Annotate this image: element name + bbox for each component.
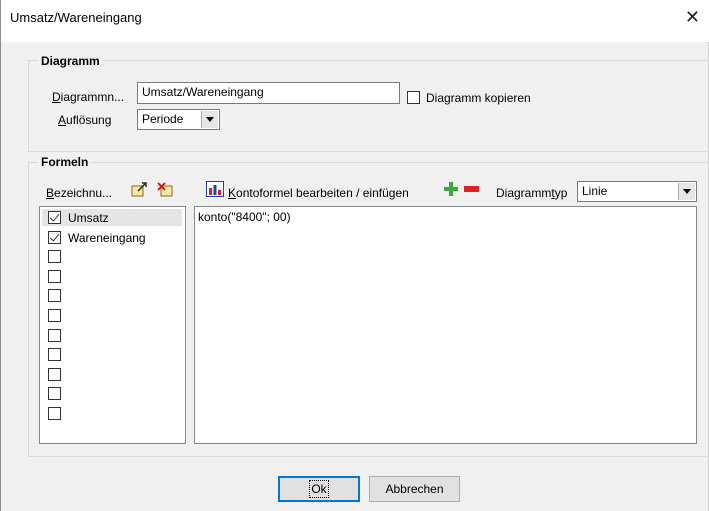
window-title: Umsatz/Wareneingang bbox=[10, 10, 142, 25]
new-item-icon[interactable] bbox=[131, 181, 149, 197]
title-bar: Umsatz/Wareneingang ✕ bbox=[1, 0, 709, 42]
aufloesung-select[interactable]: Periode bbox=[137, 109, 220, 130]
list-item-checkbox[interactable] bbox=[48, 230, 61, 244]
list-item[interactable] bbox=[42, 385, 182, 402]
diagramm-kopieren-label[interactable]: Diagramm kopieren bbox=[426, 91, 531, 105]
red-minus-icon[interactable] bbox=[464, 186, 479, 192]
diagrammname-label: Diagrammn... bbox=[52, 90, 125, 104]
diagramm-group bbox=[28, 60, 709, 152]
list-item-checkbox[interactable] bbox=[48, 289, 61, 303]
aufloesung-value: Periode bbox=[142, 112, 184, 126]
list-item[interactable] bbox=[42, 366, 182, 383]
green-plus-icon[interactable] bbox=[444, 182, 458, 196]
list-item[interactable] bbox=[42, 327, 182, 344]
list-item-checkbox[interactable] bbox=[48, 269, 61, 283]
list-item[interactable]: Wareneingang bbox=[42, 229, 182, 246]
chevron-down-icon[interactable] bbox=[678, 183, 695, 200]
list-item-checkbox[interactable] bbox=[48, 367, 61, 381]
list-item[interactable] bbox=[42, 346, 182, 363]
chart-formula-icon[interactable] bbox=[206, 181, 224, 197]
list-item[interactable] bbox=[42, 405, 182, 422]
chevron-down-icon[interactable] bbox=[201, 111, 218, 128]
diagrammname-label-text: iagrammn... bbox=[60, 90, 125, 104]
list-item-checkbox[interactable] bbox=[48, 309, 61, 322]
list-item-checkbox[interactable] bbox=[48, 328, 61, 342]
diagrammtyp-select[interactable]: Linie bbox=[577, 181, 697, 202]
diagrammtyp-value: Linie bbox=[582, 184, 608, 198]
list-item[interactable] bbox=[42, 287, 182, 304]
dialog-window: Umsatz/Wareneingang ✕ Diagramm Diagrammn… bbox=[0, 0, 709, 511]
list-item[interactable] bbox=[42, 268, 182, 285]
list-item-checkbox[interactable] bbox=[48, 348, 61, 362]
formeln-group-title: Formeln bbox=[38, 155, 92, 169]
list-item[interactable]: Umsatz bbox=[42, 209, 182, 226]
list-item-checkbox[interactable] bbox=[48, 407, 61, 420]
diagramm-group-title: Diagramm bbox=[38, 54, 103, 68]
list-item-checkbox[interactable] bbox=[48, 387, 61, 401]
delete-item-icon[interactable] bbox=[157, 181, 175, 197]
formeln-list[interactable]: Umsatz Wareneingang bbox=[39, 206, 186, 444]
aufloesung-label: Auflösung bbox=[58, 113, 112, 127]
close-icon[interactable]: ✕ bbox=[685, 6, 700, 28]
list-item-checkbox[interactable] bbox=[48, 250, 61, 264]
list-item[interactable] bbox=[42, 248, 182, 265]
kontoformel-label[interactable]: Kontoformel bearbeiten / einfügen bbox=[228, 186, 409, 200]
diagramm-kopieren-checkbox[interactable] bbox=[407, 91, 420, 104]
formula-editor[interactable]: konto("8400"; 00) bbox=[194, 206, 697, 444]
cancel-button[interactable]: Abbrechen bbox=[369, 476, 460, 502]
bezeichnung-label: Bezeichnu... bbox=[46, 186, 113, 200]
ok-button[interactable]: Ok bbox=[278, 476, 360, 502]
list-item-label: Wareneingang bbox=[68, 230, 146, 245]
ok-button-label: Ok bbox=[309, 480, 329, 498]
formula-text: konto("8400"; 00) bbox=[198, 210, 291, 224]
diagrammname-input[interactable]: Umsatz/Wareneingang bbox=[137, 82, 400, 104]
list-item[interactable] bbox=[42, 307, 182, 324]
list-item-checkbox[interactable] bbox=[48, 211, 61, 224]
list-item-label: Umsatz bbox=[68, 211, 109, 225]
diagrammtyp-label: Diagrammtyp bbox=[496, 186, 568, 200]
